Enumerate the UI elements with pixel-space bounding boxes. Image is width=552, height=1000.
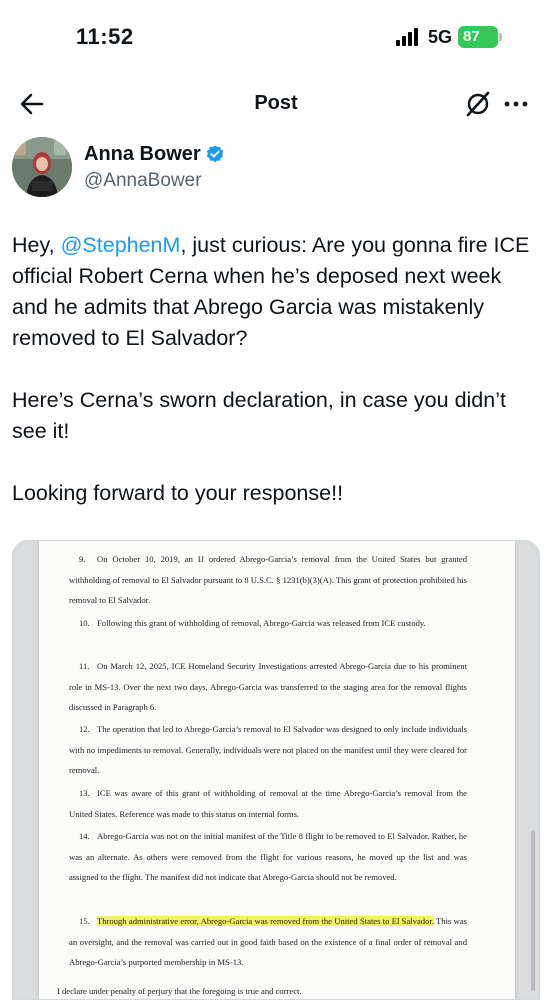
tweet-paragraph-2: Here’s Cerna’s sworn declaration, in cas…: [12, 388, 506, 443]
doc-paragraph: 11. On March 12, 2025, ICE Homeland Secur…: [69, 661, 467, 712]
doc-paragraph: 14. Abrego-Garcia was not on the initial …: [69, 831, 467, 882]
more-icon: [504, 101, 528, 107]
more-button[interactable]: [502, 90, 530, 118]
attached-document-image[interactable]: 9. On October 10, 2019, an IJ ordered Abr…: [12, 540, 540, 1000]
network-type: 5G: [427, 26, 452, 47]
post-header: Post: [0, 84, 552, 124]
tweet-text: Hey, @StephenM, just curious: Are you go…: [12, 230, 542, 540]
doc-paragraph: 10. Following this grant of withholding o…: [79, 618, 426, 628]
doc-paragraph-highlighted: 15. Through administrative error, Abrego-…: [69, 916, 467, 967]
battery-level: 87: [458, 26, 498, 48]
doc-paragraph: 9. On October 10, 2019, an IJ ordered Abr…: [69, 554, 467, 605]
author-handle[interactable]: @AnnaBower: [84, 170, 225, 192]
highlighted-text: Through administrative error, Abrego-Gar…: [97, 916, 434, 926]
grok-button[interactable]: [464, 90, 492, 118]
doc-closing: I declare under penalty of perjury that …: [57, 986, 302, 996]
tweet-paragraph-3: Looking forward to your response!!: [12, 481, 344, 505]
signal-icon: [395, 28, 420, 46]
doc-paragraph: 12. The operation that led to Abrego-Garc…: [69, 724, 467, 775]
doc-paragraph: 13. ICE was aware of this grant of withho…: [69, 788, 467, 819]
battery-icon: 87: [458, 26, 502, 48]
status-indicators: 5G 87: [395, 26, 502, 48]
author-name[interactable]: Anna Bower: [84, 143, 201, 166]
verified-badge-icon: [206, 145, 223, 163]
grok-icon: [466, 91, 490, 117]
tweet-paragraph-1: Hey, @StephenM, just curious: Are you go…: [12, 233, 530, 350]
author-row[interactable]: Anna Bower @AnnaBower: [12, 136, 225, 198]
status-time: 11:52: [76, 24, 134, 49]
avatar-image: [12, 137, 72, 197]
status-bar: 11:52 5G 87: [0, 0, 552, 70]
avatar[interactable]: [12, 137, 72, 197]
mention-link[interactable]: @StephenM: [61, 233, 181, 257]
scrollbar[interactable]: [531, 831, 535, 991]
